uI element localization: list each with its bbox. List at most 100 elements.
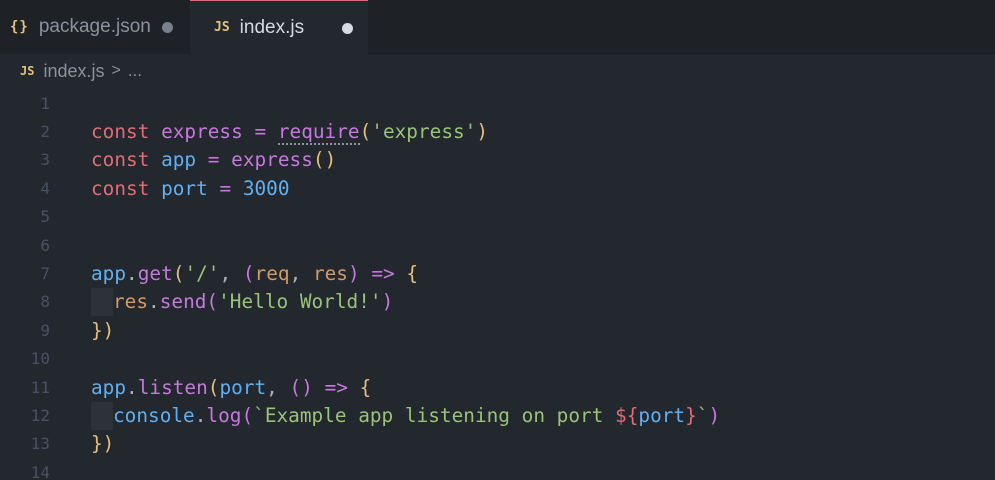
code-text: }) (91, 317, 114, 345)
breadcrumb: JS index.js > ... (0, 54, 995, 88)
tab-index-js[interactable]: JS index.js (190, 0, 368, 54)
code-line[interactable]: 2 const express = require('express') (0, 118, 995, 146)
indent-guide (91, 288, 113, 317)
code-line[interactable]: 6 (0, 232, 995, 260)
code-token: port (161, 176, 208, 200)
code-token: ( (206, 290, 219, 314)
code-token: , (289, 261, 302, 285)
code-line[interactable]: 13}) (0, 430, 995, 458)
line-number: 6 (40, 235, 50, 255)
code-token: ) (347, 261, 360, 285)
code-line[interactable]: 5 (0, 203, 995, 231)
code-token: . (194, 403, 207, 427)
code-line[interactable]: 14 (0, 459, 995, 480)
indent-guide (91, 401, 113, 430)
code-token: => (371, 261, 395, 285)
breadcrumb-symbols[interactable]: ... (128, 61, 142, 81)
code-line[interactable]: 11 app.listen(port, () => { (0, 374, 995, 402)
code-text: const express = require('express') (91, 118, 488, 146)
line-number: 14 (30, 462, 50, 480)
code-line[interactable]: 3 const app = express() (0, 146, 995, 174)
code-line[interactable]: 10 (0, 345, 995, 373)
code-token: . (126, 375, 138, 399)
unsaved-changes-dot-icon[interactable] (162, 22, 173, 33)
code-token: const (91, 176, 150, 200)
code-text: const app = express() (91, 146, 336, 174)
code-token: const (91, 119, 150, 143)
unsaved-changes-dot-icon[interactable] (342, 23, 353, 34)
code-text: res.send('Hello World!') (91, 288, 394, 317)
tab-package-json[interactable]: {} package.json (0, 0, 190, 54)
chevron-right-icon: > (111, 62, 121, 79)
code-token: 'express' (371, 119, 477, 143)
code-line[interactable]: 7 app.get('/', (req, res) => { (0, 260, 995, 288)
code-token: '/' (184, 261, 220, 285)
code-token: ) (476, 119, 489, 143)
code-token: port (638, 403, 686, 427)
code-text: app.get('/', (req, res) => { (91, 260, 418, 288)
code-area[interactable]: 1 2 const express = require('express') 3 con… (0, 89, 995, 480)
code-line[interactable]: 1 (0, 90, 995, 118)
javascript-file-icon: JS (214, 20, 230, 35)
code-token: } (685, 403, 697, 427)
code-token: ( (242, 261, 255, 285)
code-token: req (254, 261, 290, 285)
line-number: 10 (30, 349, 50, 369)
code-line[interactable]: 8 res.send('Hello World!') (0, 288, 995, 317)
code-line[interactable]: 4 const port = 3000 (0, 175, 995, 203)
code-token: res (312, 261, 348, 285)
code-token: listen (137, 375, 208, 399)
code-token: const (91, 148, 150, 172)
line-number: 5 (40, 207, 50, 227)
json-file-icon: {} (10, 19, 29, 35)
code-text: const port = 3000 (91, 175, 290, 203)
code-text: }) (91, 430, 114, 458)
code-token: { (359, 375, 372, 399)
code-token: () (312, 148, 337, 172)
code-token: }) (91, 432, 115, 456)
code-token: ) (708, 403, 721, 427)
code-token: ( (207, 375, 220, 399)
code-token: () (289, 375, 313, 399)
line-number: 9 (40, 320, 50, 340)
code-token: send (159, 290, 207, 314)
code-line[interactable]: 12 console.log(`Example app listening on … (0, 401, 995, 430)
line-number: 8 (40, 292, 50, 312)
code-token: ) (381, 290, 394, 314)
code-token: port (219, 375, 267, 399)
code-token: { (406, 261, 419, 285)
code-token: get (137, 261, 173, 285)
breadcrumb-file[interactable]: index.js (43, 61, 104, 82)
code-token: app (91, 261, 127, 285)
line-number: 13 (30, 434, 50, 454)
code-token: console (113, 403, 195, 427)
code-token: ( (359, 119, 372, 143)
code-token: app (161, 148, 197, 172)
line-number: 2 (40, 121, 50, 141)
code-token: `Example app listening on port (253, 403, 616, 427)
code-token: require (277, 119, 360, 145)
code-token: . (126, 261, 138, 285)
line-number: 1 (40, 93, 50, 113)
code-token: ( (172, 261, 185, 285)
code-token: log (206, 403, 242, 427)
code-token: res (113, 290, 149, 314)
code-line[interactable]: 9}) (0, 317, 995, 345)
tab-label: index.js (239, 16, 305, 38)
code-token: 'Hello World!' (218, 290, 382, 314)
code-token: app (91, 375, 127, 399)
